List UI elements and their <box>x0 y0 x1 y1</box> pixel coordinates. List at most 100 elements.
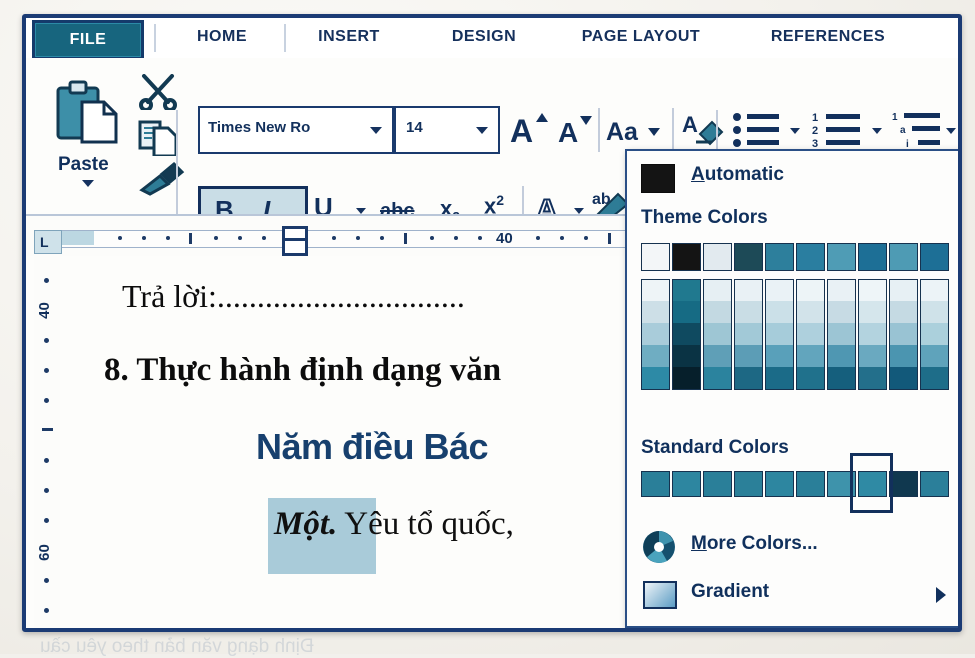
theme-tint-swatch[interactable] <box>827 367 856 390</box>
theme-tint-swatch[interactable] <box>641 367 670 390</box>
theme-tint-swatch[interactable] <box>703 367 732 390</box>
theme-tint-swatch[interactable] <box>920 367 949 390</box>
theme-tint-swatch[interactable] <box>703 345 732 367</box>
theme-color-swatch[interactable] <box>858 243 887 271</box>
tab-references[interactable]: REFERENCES <box>738 20 918 54</box>
paintbrush-icon[interactable] <box>138 162 186 196</box>
theme-color-swatch[interactable] <box>920 243 949 271</box>
tab-insert[interactable]: INSERT <box>294 20 404 54</box>
theme-tint-swatch[interactable] <box>858 279 887 302</box>
theme-tint-swatch[interactable] <box>641 345 670 367</box>
more-colors-item[interactable]: More Colors... <box>627 523 958 571</box>
tab-design[interactable]: DESIGN <box>424 20 544 54</box>
theme-tint-swatch[interactable] <box>827 279 856 302</box>
standard-color-swatch[interactable] <box>796 471 825 497</box>
theme-tint-swatch[interactable] <box>734 323 763 345</box>
theme-tint-swatch[interactable] <box>889 367 918 390</box>
theme-tint-swatch[interactable] <box>672 279 701 302</box>
theme-tint-swatch[interactable] <box>858 301 887 323</box>
theme-tint-swatch[interactable] <box>827 345 856 367</box>
standard-color-swatch[interactable] <box>920 471 949 497</box>
theme-tint-swatch[interactable] <box>889 323 918 345</box>
theme-tint-swatch[interactable] <box>858 367 887 390</box>
theme-color-swatch[interactable] <box>889 243 918 271</box>
tab-file[interactable]: FILE <box>32 20 144 60</box>
theme-tint-swatch[interactable] <box>796 345 825 367</box>
automatic-color-swatch[interactable] <box>641 164 675 193</box>
standard-color-swatch[interactable] <box>641 471 670 497</box>
theme-tint-swatch[interactable] <box>672 301 701 323</box>
multilevel-list-icon[interactable]: 1 a i <box>892 110 946 150</box>
theme-tint-swatch[interactable] <box>920 301 949 323</box>
theme-tint-swatch[interactable] <box>734 301 763 323</box>
font-color-dropdown[interactable]: Automatic Theme Colors Standard Colors M… <box>625 149 958 628</box>
paste-button[interactable]: Paste <box>44 76 130 196</box>
theme-tint-swatch[interactable] <box>765 279 794 302</box>
chevron-down-icon[interactable] <box>790 128 800 134</box>
theme-color-swatch[interactable] <box>827 243 856 271</box>
chevron-down-icon[interactable] <box>370 127 382 134</box>
theme-color-swatch[interactable] <box>796 243 825 271</box>
theme-color-swatch[interactable] <box>672 243 701 271</box>
scissors-icon[interactable] <box>138 74 178 110</box>
theme-tint-swatch[interactable] <box>796 367 825 390</box>
theme-tint-swatch[interactable] <box>920 323 949 345</box>
standard-color-swatch[interactable] <box>889 471 918 497</box>
standard-color-swatch[interactable] <box>672 471 701 497</box>
theme-tint-swatch[interactable] <box>889 279 918 302</box>
standard-color-swatch[interactable] <box>703 471 732 497</box>
theme-tint-swatch[interactable] <box>796 323 825 345</box>
theme-tint-swatch[interactable] <box>796 279 825 302</box>
theme-tint-swatch[interactable] <box>765 345 794 367</box>
theme-tint-swatch[interactable] <box>641 301 670 323</box>
automatic-color-item[interactable]: Automatic <box>627 153 958 201</box>
clear-formatting-icon[interactable]: A <box>682 108 726 150</box>
vruler-number: 60 <box>35 544 53 561</box>
theme-tint-swatch[interactable] <box>672 345 701 367</box>
gradient-item[interactable]: Gradient <box>627 575 958 623</box>
theme-tint-swatch[interactable] <box>765 301 794 323</box>
chevron-down-icon[interactable] <box>946 128 956 134</box>
theme-color-swatch[interactable] <box>703 243 732 271</box>
hanging-indent-marker[interactable] <box>282 238 308 256</box>
theme-tint-swatch[interactable] <box>703 279 732 302</box>
theme-tint-swatch[interactable] <box>827 301 856 323</box>
theme-tint-swatch[interactable] <box>734 345 763 367</box>
numbered-list-icon[interactable]: 1 2 3 <box>812 110 866 150</box>
theme-color-swatch[interactable] <box>641 243 670 271</box>
theme-tint-swatch[interactable] <box>703 301 732 323</box>
vertical-ruler[interactable]: 40 60 <box>34 256 60 628</box>
theme-color-swatch[interactable] <box>734 243 763 271</box>
theme-tint-swatch[interactable] <box>765 323 794 345</box>
font-name-combo[interactable]: Times New Ro <box>198 106 394 154</box>
theme-tint-swatch[interactable] <box>827 323 856 345</box>
theme-tint-swatch[interactable] <box>920 345 949 367</box>
standard-color-swatch[interactable] <box>765 471 794 497</box>
theme-tint-swatch[interactable] <box>858 323 887 345</box>
theme-tint-swatch[interactable] <box>734 279 763 302</box>
standard-color-swatch[interactable] <box>734 471 763 497</box>
theme-tint-swatch[interactable] <box>734 367 763 390</box>
chevron-down-icon[interactable] <box>82 180 94 187</box>
theme-tint-swatch[interactable] <box>796 301 825 323</box>
theme-color-swatch[interactable] <box>765 243 794 271</box>
theme-tint-swatch[interactable] <box>920 279 949 302</box>
theme-tint-swatch[interactable] <box>672 367 701 390</box>
grow-font-icon[interactable]: A <box>508 108 548 148</box>
chevron-down-icon[interactable] <box>872 128 882 134</box>
theme-tint-swatch[interactable] <box>641 323 670 345</box>
theme-tint-swatch[interactable] <box>765 367 794 390</box>
tab-home[interactable]: HOME <box>166 20 278 54</box>
tab-page-layout[interactable]: PAGE LAYOUT <box>556 20 726 54</box>
change-case-icon[interactable]: Aa <box>606 114 662 148</box>
theme-tint-swatch[interactable] <box>641 279 670 302</box>
theme-tint-swatch[interactable] <box>703 323 732 345</box>
theme-tint-swatch[interactable] <box>858 345 887 367</box>
theme-tint-swatch[interactable] <box>889 301 918 323</box>
chevron-down-icon[interactable] <box>476 127 488 134</box>
theme-tint-swatch[interactable] <box>889 345 918 367</box>
bullet-list-icon[interactable] <box>732 110 784 150</box>
shrink-font-icon[interactable]: A <box>556 110 594 148</box>
theme-tint-swatch[interactable] <box>672 323 701 345</box>
font-size-combo[interactable]: 14 <box>394 106 500 154</box>
